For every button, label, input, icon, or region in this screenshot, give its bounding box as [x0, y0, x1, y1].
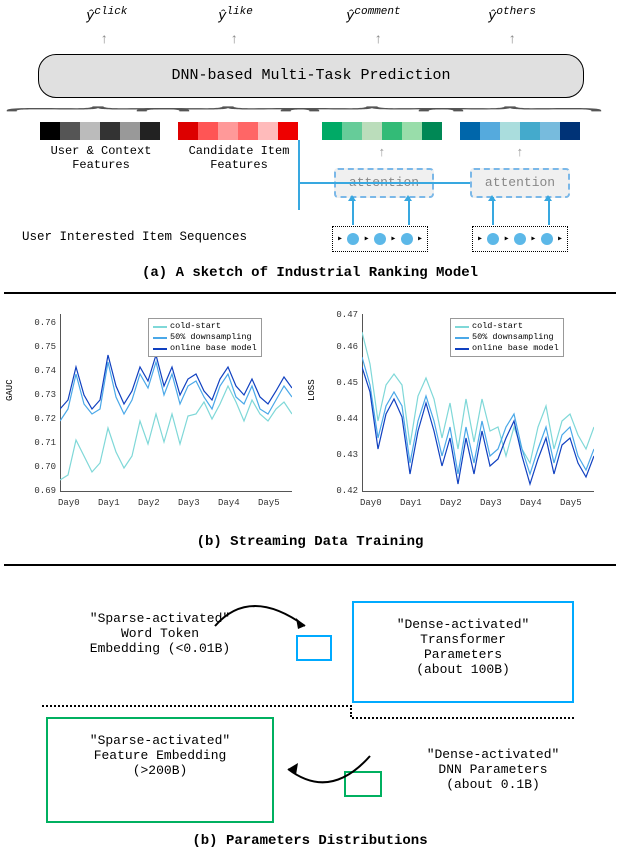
arrow-up-icon: ↑ [378, 145, 386, 160]
dotted-separator [42, 705, 352, 707]
arrow-up-icon: ↑ [516, 145, 524, 160]
connector-line [298, 182, 470, 184]
xtick: Day0 [360, 498, 382, 508]
ytick: 0.71 [22, 438, 56, 448]
ytick: 0.72 [22, 414, 56, 424]
xtick: Day0 [58, 498, 80, 508]
ytick: 0.43 [324, 450, 358, 460]
dotted-separator [352, 717, 574, 719]
section-c-params: "Sparse-activated"Word TokenEmbedding (<… [0, 575, 620, 855]
caption-a: (a) A sketch of Industrial Ranking Model [0, 265, 620, 281]
user-seq-box: ▸▸▸▸ [332, 226, 428, 252]
dotted-separator [350, 705, 352, 717]
ytick: 0.69 [22, 486, 56, 496]
attention-box: attention [470, 168, 570, 198]
brace-row: ︷ ︷ ︷ ︷ [38, 98, 582, 120]
ytick: 0.46 [324, 342, 358, 352]
caption-c: (b) Parameters Distributions [0, 833, 620, 849]
xtick: Day4 [218, 498, 240, 508]
ytick: 0.45 [324, 378, 358, 388]
arrowhead-icon [348, 195, 356, 201]
chart-legend: cold-start 50% downsampling online base … [148, 318, 262, 357]
xtick: Day4 [520, 498, 542, 508]
section-b-charts: GAUC cold-start 50% downsampling online … [0, 300, 620, 585]
connector-line [408, 197, 410, 225]
connector-line [548, 197, 550, 225]
xtick: Day3 [178, 498, 200, 508]
chart-legend: cold-start 50% downsampling online base … [450, 318, 564, 357]
ytick: 0.75 [22, 342, 56, 352]
arrow-up-icon: ↑ [230, 32, 238, 48]
section-a-diagram: ŷclick ŷlike ŷcomment ŷothers ↑ ↑ ↑ ↑ DN… [0, 0, 620, 290]
feature-block-blue [460, 122, 580, 140]
output-like: ŷlike [218, 6, 253, 25]
feature-block-green [322, 122, 442, 140]
output-others: ŷothers [488, 6, 536, 25]
feature-block-user-context [40, 122, 160, 140]
feature-blocks-row [0, 122, 620, 142]
section-divider [4, 564, 616, 566]
xtick: Day1 [400, 498, 422, 508]
arrowhead-icon [404, 195, 412, 201]
ytick: 0.70 [22, 462, 56, 472]
arrow-up-icon: ↑ [374, 32, 382, 48]
ytick: 0.76 [22, 318, 56, 328]
xtick: Day2 [138, 498, 160, 508]
legend-entry: online base model [170, 343, 257, 354]
dense-transformer-box: "Dense-activated"TransformerParameters(a… [352, 601, 574, 703]
xtick: Day3 [480, 498, 502, 508]
feature-block-candidate-item [178, 122, 298, 140]
chart-gauc: GAUC cold-start 50% downsampling online … [18, 306, 298, 516]
xtick: Day5 [560, 498, 582, 508]
chart-loss: LOSS cold-start 50% downsampling online … [320, 306, 600, 516]
arrow-up-icon: ↑ [508, 32, 516, 48]
user-seq-box: ▸▸▸▸ [472, 226, 568, 252]
output-comment: ŷcomment [346, 6, 401, 25]
seq-label: User Interested Item Sequences [22, 230, 247, 244]
legend-entry: cold-start [472, 321, 523, 332]
caption-b: (b) Streaming Data Training [0, 534, 620, 550]
dnn-multitask-box: DNN-based Multi-Task Prediction [38, 54, 584, 98]
ytick: 0.47 [324, 310, 358, 320]
legend-entry: 50% downsampling [472, 332, 554, 343]
arrowhead-icon [488, 195, 496, 201]
curved-arrow-icon [280, 751, 380, 801]
ytick: 0.73 [22, 390, 56, 400]
output-click: ŷclick [86, 6, 127, 25]
connector-line [352, 197, 354, 225]
xtick: Day5 [258, 498, 280, 508]
legend-entry: cold-start [170, 321, 221, 332]
arrowhead-icon [544, 195, 552, 201]
ytick: 0.74 [22, 366, 56, 376]
connector-line [492, 197, 494, 225]
ytick: 0.42 [324, 486, 358, 496]
ytick: 0.44 [324, 414, 358, 424]
legend-entry: 50% downsampling [170, 332, 252, 343]
curved-arrow-icon [210, 591, 320, 641]
connector-line [298, 140, 300, 210]
arrow-up-icon: ↑ [100, 32, 108, 48]
xtick: Day2 [440, 498, 462, 508]
dense-dnn-label: "Dense-activated"DNN Parameters(about 0.… [398, 747, 588, 792]
ylabel: LOSS [307, 379, 317, 401]
legend-entry: online base model [472, 343, 559, 354]
xtick: Day1 [98, 498, 120, 508]
feature-label-candidate-item: Candidate ItemFeatures [174, 144, 304, 172]
feature-label-user-context: User & ContextFeatures [36, 144, 166, 172]
section-divider [4, 292, 616, 294]
ylabel: GAUC [5, 379, 15, 401]
sparse-feature-box: "Sparse-activated"Feature Embedding(>200… [46, 717, 274, 823]
